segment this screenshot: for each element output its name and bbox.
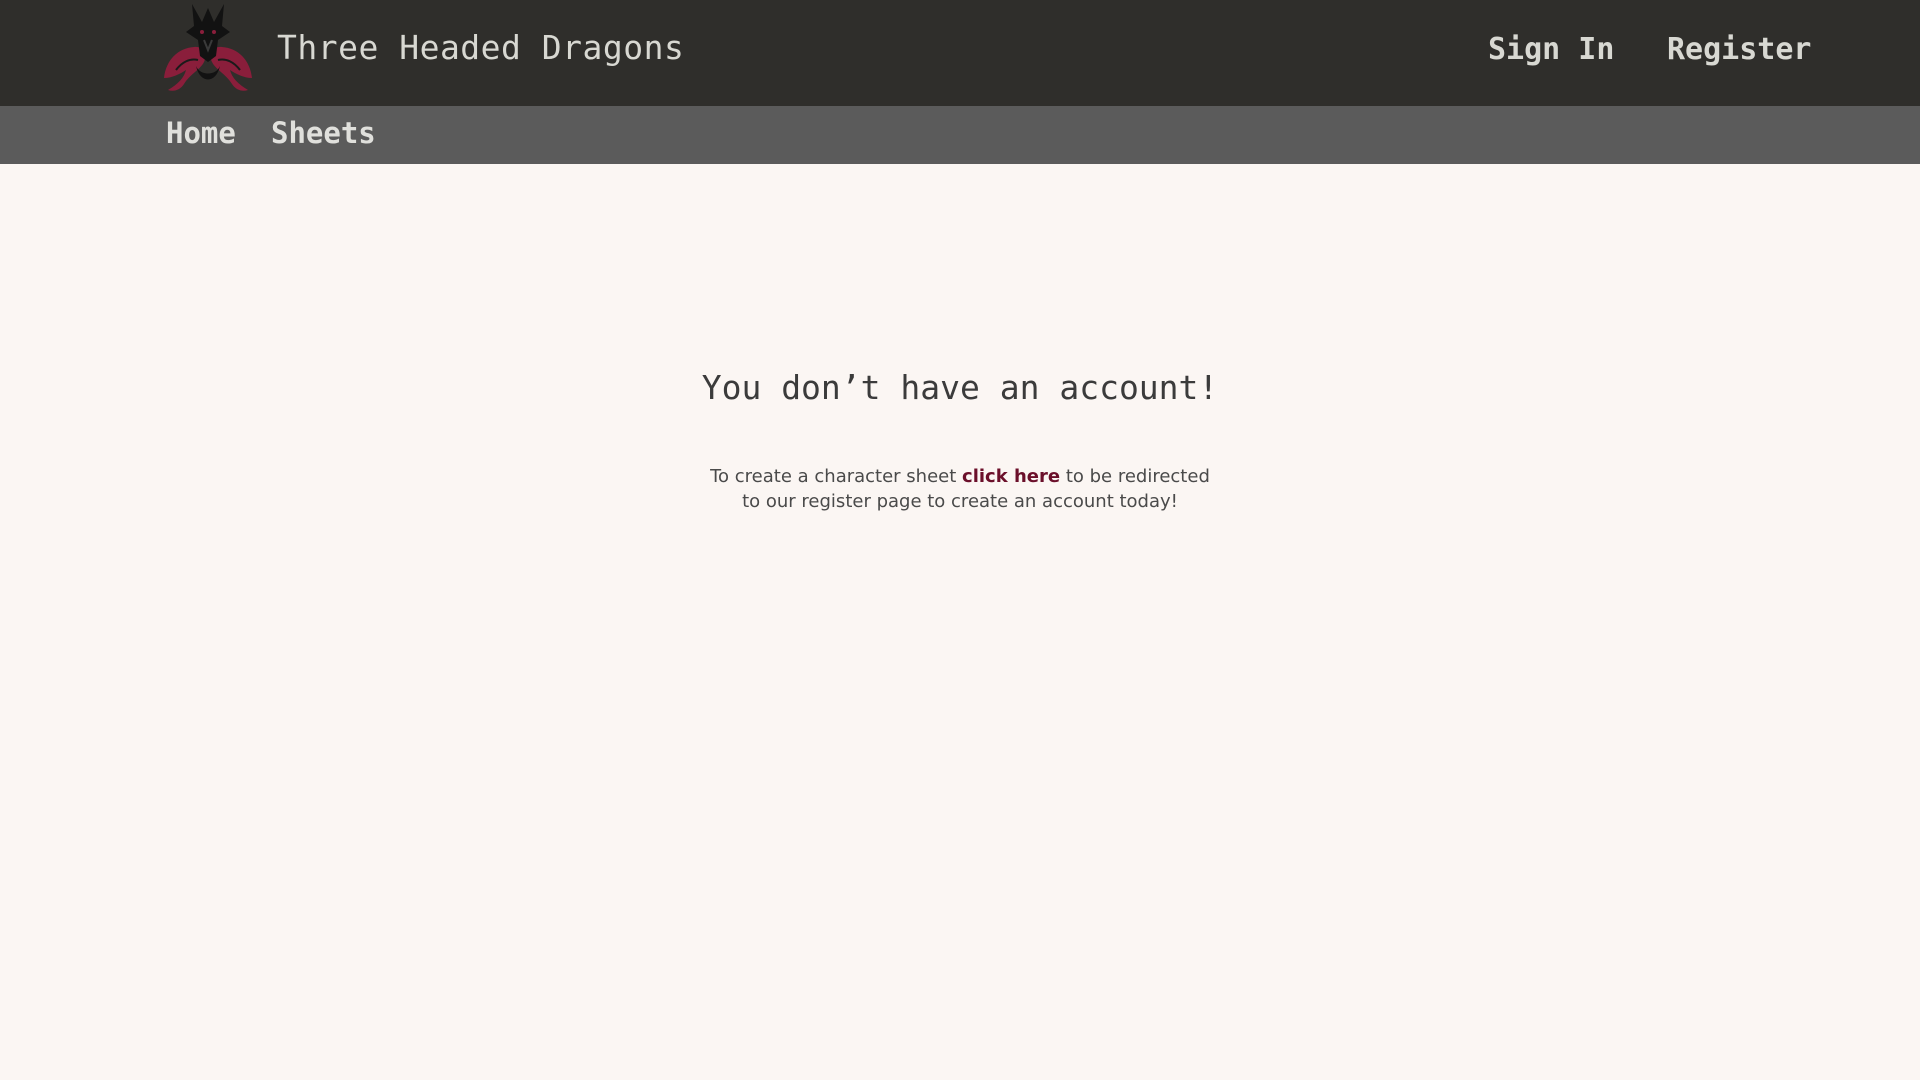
nav-item-home[interactable]: Home [166,116,236,150]
top-header: Three Headed Dragons Sign In Register [0,0,1920,106]
click-here-link[interactable]: click here [962,466,1060,487]
three-headed-dragon-logo-icon[interactable] [156,0,260,94]
account-message: To create a character sheet click here t… [700,464,1220,514]
nav-item-sheets[interactable]: Sheets [271,116,376,150]
main-nav: Home Sheets [0,106,1920,164]
sign-in-link[interactable]: Sign In [1488,32,1614,67]
site-title[interactable]: Three Headed Dragons [277,28,684,67]
main-content: You don’t have an account! To create a c… [0,164,1920,1080]
register-link[interactable]: Register [1667,32,1812,67]
message-before-text: To create a character sheet [710,466,957,487]
page-heading: You don’t have an account! [701,368,1219,407]
